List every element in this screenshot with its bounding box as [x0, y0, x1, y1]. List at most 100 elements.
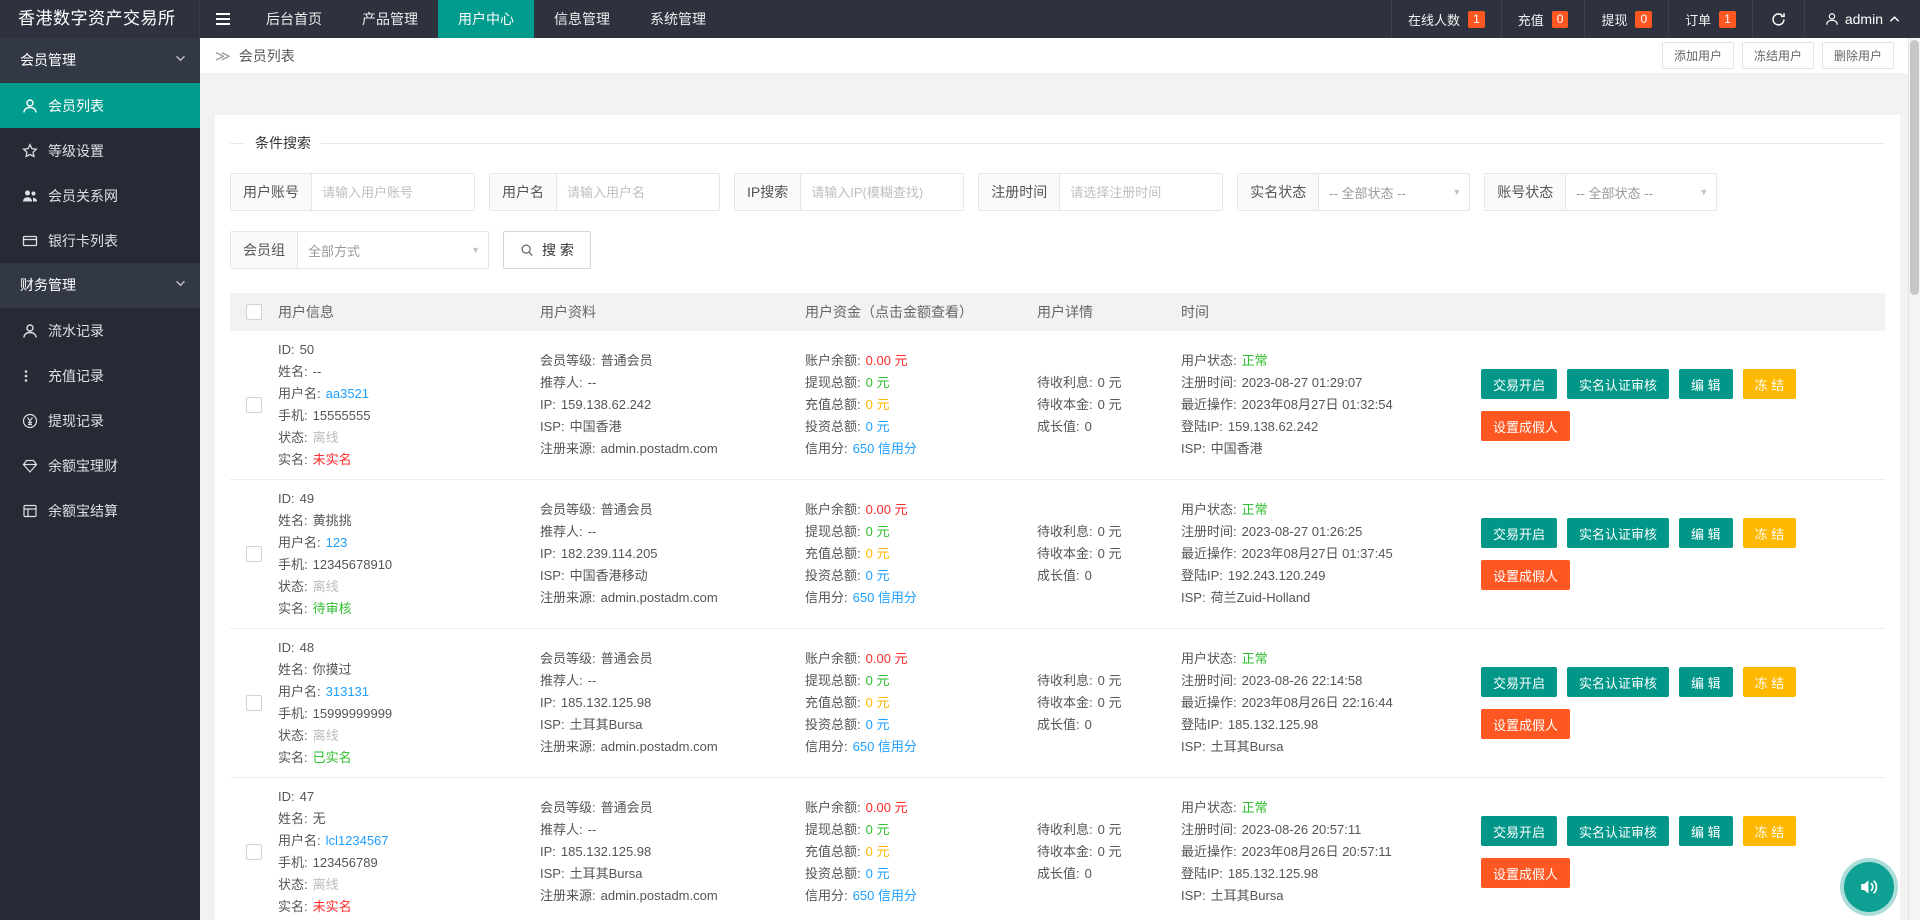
hamburger-menu-icon[interactable]: [200, 0, 246, 38]
main-nav: 后台首页 产品管理 用户中心 信息管理 系统管理: [246, 0, 726, 38]
trade-open-button[interactable]: 交易开启: [1481, 518, 1557, 548]
credit-score[interactable]: 650 信用分: [853, 441, 917, 456]
ip-search-input[interactable]: [801, 174, 963, 210]
nav-item-system[interactable]: 系统管理: [630, 0, 726, 38]
set-fake-button[interactable]: 设置成假人: [1481, 858, 1570, 888]
kyc-review-button[interactable]: 实名认证审核: [1567, 369, 1669, 399]
invest-total[interactable]: 0 元: [866, 568, 890, 583]
trade-open-button[interactable]: 交易开启: [1481, 369, 1557, 399]
sidebar-item-bankcard-list[interactable]: 银行卡列表: [0, 218, 200, 263]
nav-item-info[interactable]: 信息管理: [534, 0, 630, 38]
balance-amount[interactable]: 0.00 元: [866, 800, 908, 815]
trade-open-button[interactable]: 交易开启: [1481, 667, 1557, 697]
stat-online[interactable]: 在线人数 1: [1391, 0, 1501, 38]
withdraw-total[interactable]: 0 元: [866, 375, 890, 390]
login-isp: 荷兰Zuid-Holland: [1211, 590, 1311, 605]
freeze-user-button[interactable]: 冻结用户: [1742, 42, 1814, 69]
sidebar-item-flow-records[interactable]: 流水记录: [0, 308, 200, 353]
username-link[interactable]: aa3521: [326, 386, 369, 401]
invest-total[interactable]: 0 元: [866, 419, 890, 434]
username-input[interactable]: [557, 174, 719, 210]
invest-total[interactable]: 0 元: [866, 717, 890, 732]
member-table: 用户信息 用户资料 用户资金（点击金额查看） 用户详情 时间 ID:50 姓名:…: [230, 293, 1885, 920]
user-detail-cell: 待收利息:0 元 待收本金:0 元 成长值:0: [1037, 521, 1181, 587]
row-checkbox[interactable]: [246, 546, 262, 562]
scrollbar-thumb[interactable]: [1910, 40, 1919, 295]
edit-button[interactable]: 编 辑: [1679, 369, 1733, 399]
freeze-button[interactable]: 冻 结: [1743, 518, 1797, 548]
user-detail-cell: 待收利息:0 元 待收本金:0 元 成长值:0: [1037, 670, 1181, 736]
field-label: 用户名: [490, 174, 557, 210]
sidebar-item-recharge-records[interactable]: 充值记录: [0, 353, 200, 398]
nav-item-products[interactable]: 产品管理: [342, 0, 438, 38]
growth-value: 0: [1085, 419, 1092, 434]
set-fake-button[interactable]: 设置成假人: [1481, 709, 1570, 739]
freeze-button[interactable]: 冻 结: [1743, 667, 1797, 697]
credit-score[interactable]: 650 信用分: [853, 739, 917, 754]
credit-score[interactable]: 650 信用分: [853, 590, 917, 605]
kyc-review-button[interactable]: 实名认证审核: [1567, 518, 1669, 548]
chevron-down-icon: ▼: [1699, 187, 1708, 197]
recharge-total[interactable]: 0 元: [866, 844, 890, 859]
add-user-button[interactable]: 添加用户: [1662, 42, 1734, 69]
row-checkbox[interactable]: [246, 844, 262, 860]
sidebar-item-member-network[interactable]: 会员关系网: [0, 173, 200, 218]
freeze-button[interactable]: 冻 结: [1743, 816, 1797, 846]
voice-broadcast-button[interactable]: [1844, 862, 1894, 912]
account-status-select[interactable]: -- 全部状态 -- ▼: [1566, 174, 1716, 210]
balance-amount[interactable]: 0.00 元: [866, 502, 908, 517]
member-group-select[interactable]: 全部方式 ▼: [298, 232, 488, 268]
stat-recharge[interactable]: 充值 0: [1501, 0, 1585, 38]
username-link[interactable]: 313131: [326, 684, 369, 699]
credit-score[interactable]: 650 信用分: [853, 888, 917, 903]
edit-button[interactable]: 编 辑: [1679, 518, 1733, 548]
stat-withdraw[interactable]: 提现 0: [1584, 0, 1668, 38]
user-status: 正常: [1242, 651, 1268, 666]
sidebar-item-label: 流水记录: [48, 321, 104, 341]
set-fake-button[interactable]: 设置成假人: [1481, 560, 1570, 590]
row-checkbox[interactable]: [246, 695, 262, 711]
delete-user-button[interactable]: 删除用户: [1822, 42, 1894, 69]
search-button[interactable]: 搜 索: [503, 231, 591, 269]
select-all-checkbox[interactable]: [246, 304, 262, 320]
withdraw-total[interactable]: 0 元: [866, 822, 890, 837]
realname-status-select[interactable]: -- 全部状态 -- ▼: [1319, 174, 1469, 210]
register-time-input[interactable]: [1060, 174, 1222, 210]
sidebar-item-level-settings[interactable]: 等级设置: [0, 128, 200, 173]
invest-total[interactable]: 0 元: [866, 866, 890, 881]
sidebar-group-member[interactable]: 会员管理: [0, 38, 200, 83]
account-input[interactable]: [312, 174, 474, 210]
sidebar-item-yuebao-settle[interactable]: 余额宝结算: [0, 488, 200, 533]
star-icon: [22, 143, 38, 159]
row-checkbox[interactable]: [246, 397, 262, 413]
balance-amount[interactable]: 0.00 元: [866, 353, 908, 368]
username-link[interactable]: lcl1234567: [326, 833, 389, 848]
kyc-review-button[interactable]: 实名认证审核: [1567, 816, 1669, 846]
search-row-1: 用户账号 用户名 IP搜索 注册时间 实名状态 -- 全部状态 -- ▼ 账号状…: [230, 173, 1885, 211]
sidebar-group-finance[interactable]: 财务管理: [0, 263, 200, 308]
freeze-button[interactable]: 冻 结: [1743, 369, 1797, 399]
recharge-total[interactable]: 0 元: [866, 695, 890, 710]
sidebar-item-yuebao-invest[interactable]: 余额宝理财: [0, 443, 200, 488]
nav-item-user-center[interactable]: 用户中心: [438, 0, 534, 38]
user-info-cell: ID:49 姓名:黄挑挑 用户名:123 手机:12345678910 状态:离…: [278, 488, 540, 620]
admin-menu[interactable]: admin: [1804, 0, 1920, 38]
username-link[interactable]: 123: [326, 535, 348, 550]
sidebar-item-withdraw-records[interactable]: 提现记录: [0, 398, 200, 443]
recharge-total[interactable]: 0 元: [866, 546, 890, 561]
balance-amount[interactable]: 0.00 元: [866, 651, 908, 666]
set-fake-button[interactable]: 设置成假人: [1481, 411, 1570, 441]
sidebar-item-member-list[interactable]: 会员列表: [0, 83, 200, 128]
stat-orders[interactable]: 订单 1: [1668, 0, 1752, 38]
edit-button[interactable]: 编 辑: [1679, 816, 1733, 846]
nav-item-dashboard[interactable]: 后台首页: [246, 0, 342, 38]
kyc-review-button[interactable]: 实名认证审核: [1567, 667, 1669, 697]
admin-username: admin: [1845, 11, 1883, 27]
edit-button[interactable]: 编 辑: [1679, 667, 1733, 697]
recharge-total[interactable]: 0 元: [866, 397, 890, 412]
withdraw-total[interactable]: 0 元: [866, 524, 890, 539]
vertical-scrollbar[interactable]: [1908, 38, 1920, 920]
withdraw-total[interactable]: 0 元: [866, 673, 890, 688]
refresh-icon[interactable]: [1752, 0, 1804, 38]
trade-open-button[interactable]: 交易开启: [1481, 816, 1557, 846]
